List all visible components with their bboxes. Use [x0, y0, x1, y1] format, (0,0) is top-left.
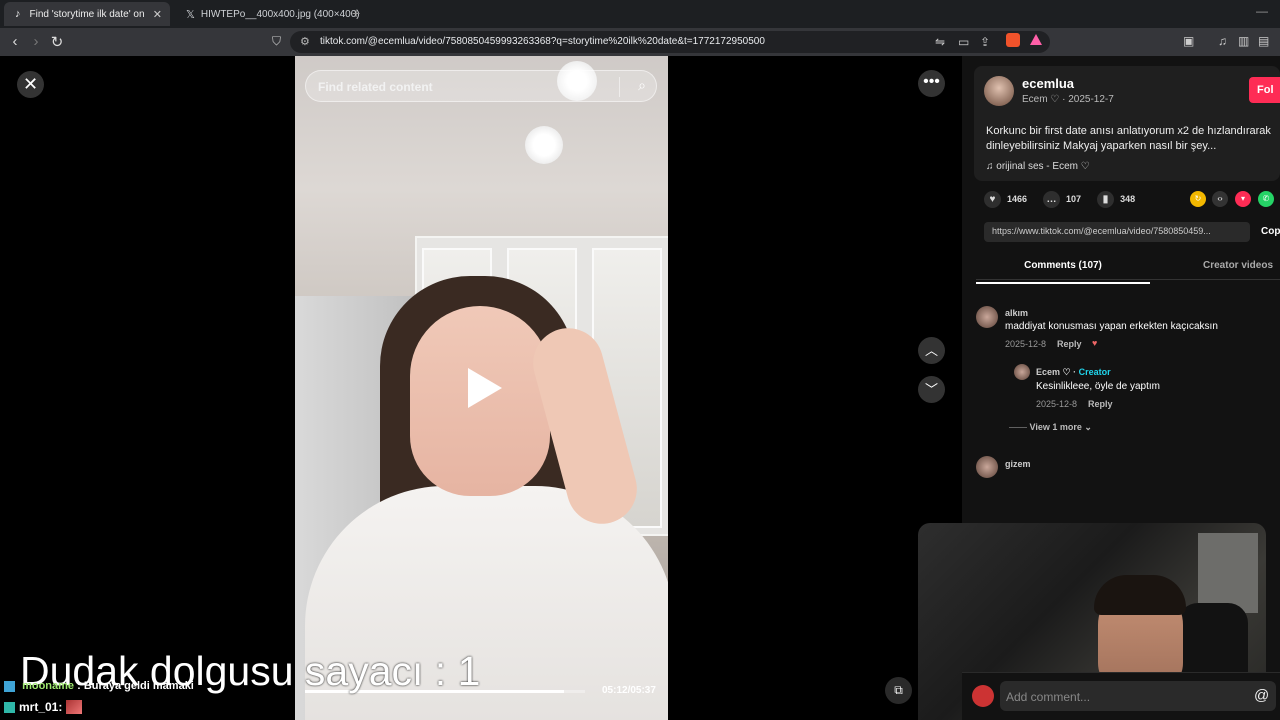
- tiktok-video-page: ✕ Find related content ⌕ 05:12/05:37 •••…: [0, 56, 1280, 720]
- save-button[interactable]: ▮ 348: [1097, 190, 1136, 208]
- comment-composer: Add comment... @: [962, 672, 1280, 720]
- tab-creator-videos[interactable]: Creator videos: [1203, 260, 1273, 271]
- comment-author[interactable]: alkım: [1005, 308, 1028, 318]
- whatsapp-icon[interactable]: ✆: [1258, 191, 1274, 207]
- save-count: 348: [1120, 194, 1136, 204]
- view-more-replies-button[interactable]: —— View 1 more ⌄: [1009, 422, 1092, 433]
- avatar: [972, 685, 994, 707]
- tab-comments[interactable]: Comments (107): [976, 260, 1150, 284]
- site-settings-icon[interactable]: ⚙: [300, 35, 310, 48]
- comment-count: 107: [1066, 194, 1082, 204]
- chat-user: mooname: [22, 680, 75, 692]
- brave-shield-icon[interactable]: [1006, 33, 1020, 47]
- tab-title: Find 'storytime ilk date' on TikTo: [29, 8, 145, 20]
- username[interactable]: ecemlua: [1022, 76, 1074, 91]
- heart-icon: ♥: [984, 190, 1001, 208]
- reload-button[interactable]: ↻: [48, 33, 66, 51]
- chat-text: : Buraya geldi mamaki: [77, 680, 194, 692]
- creator-badge: Creator: [1078, 367, 1111, 377]
- repost-icon[interactable]: ↻: [1190, 191, 1206, 207]
- x-logo-icon: 𝕏: [186, 8, 195, 21]
- video-link-field[interactable]: https://www.tiktok.com/@ecemlua/video/75…: [984, 222, 1250, 242]
- chat-message: mrt_01 :: [4, 700, 83, 714]
- comment-icon: …: [1043, 190, 1061, 208]
- like-button[interactable]: ♥ 1466: [984, 190, 1028, 208]
- play-icon[interactable]: [468, 368, 502, 408]
- search-placeholder: Find related content: [318, 80, 433, 94]
- user-subtitle: Ecem ♡ · 2025-12-7: [1022, 94, 1114, 105]
- copy-link-button[interactable]: Cop: [1261, 226, 1280, 237]
- mention-icon[interactable]: @: [1254, 687, 1269, 704]
- chat-badge-icon: [4, 680, 15, 692]
- avatar[interactable]: [1014, 364, 1030, 380]
- engagement-stats: ♥ 1466 … 107 ▮ 348: [984, 190, 1151, 208]
- bookmark-icon[interactable]: ⛉: [272, 34, 281, 49]
- post-description: Korkunc bir first date anısı anlatıyorum…: [986, 125, 1271, 152]
- follow-button[interactable]: Fol: [1249, 77, 1280, 103]
- screenshot-icon[interactable]: ▣: [1183, 34, 1194, 48]
- video-frame-lamp: [525, 126, 563, 164]
- url-text: tiktok.com/@ecemlua/video/75808504599932…: [320, 36, 765, 47]
- bookmark-icon: ▮: [1097, 190, 1115, 208]
- comment-text: Kesinlikleee, öyle de yaptım: [1036, 381, 1160, 392]
- send-icon[interactable]: ▾: [1235, 191, 1251, 207]
- new-tab-button[interactable]: +: [352, 5, 360, 21]
- reply-button[interactable]: Reply: [1088, 399, 1113, 409]
- comment-date: 2025-12-8: [1036, 399, 1078, 409]
- avatar[interactable]: [976, 306, 998, 328]
- chat-text: :: [58, 700, 63, 714]
- comment-date: 2025-12-8: [1005, 339, 1047, 349]
- tiktok-icon: ♪: [15, 8, 21, 20]
- comment-button[interactable]: … 107: [1043, 190, 1082, 208]
- search-icon[interactable]: ⌕: [638, 77, 646, 94]
- comment-placeholder: Add comment...: [1006, 690, 1091, 704]
- post-info-card: ecemlua Ecem ♡ · 2025-12-7 Fol Korkunc b…: [974, 66, 1280, 181]
- music-link[interactable]: ♫ orijinal ses - Ecem ♡: [986, 161, 1090, 172]
- previous-video-button[interactable]: ︿: [918, 337, 945, 364]
- music-note-icon: ♫: [986, 161, 997, 172]
- video-link-text: https://www.tiktok.com/@ecemlua/video/75…: [992, 226, 1211, 236]
- tab-tiktok-search[interactable]: ♪ Find 'storytime ilk date' on TikTo ✕: [4, 2, 170, 26]
- translate-icon[interactable]: ⇋: [935, 35, 945, 49]
- chat-badge-icon: [4, 701, 15, 713]
- media-icon[interactable]: ♫: [1218, 34, 1227, 48]
- comment-input[interactable]: Add comment... @: [1000, 681, 1276, 711]
- install-app-icon[interactable]: ▭: [958, 35, 969, 49]
- sidebar-icon[interactable]: ▥: [1238, 34, 1249, 48]
- comment-text: maddiyat konusması yapan erkekten kaçıca…: [1005, 321, 1218, 332]
- tab-image[interactable]: 𝕏 HIWTEPo__400x400.jpg (400×400): [178, 2, 360, 26]
- minimize-window-button[interactable]: —: [1256, 4, 1268, 18]
- tab-strip: ♪ Find 'storytime ilk date' on TikTo ✕ 𝕏…: [0, 0, 1280, 28]
- more-options-button[interactable]: •••: [918, 70, 945, 97]
- back-button[interactable]: ‹: [6, 33, 24, 50]
- music-title: orijinal ses - Ecem ♡: [996, 161, 1090, 172]
- chat-message: mooname : Buraya geldi mamaki: [4, 680, 194, 692]
- address-bar[interactable]: ⚙ tiktok.com/@ecemlua/video/758085045999…: [290, 31, 1050, 53]
- panel-tabs: Comments (107) Creator videos: [976, 256, 1280, 284]
- brave-rewards-icon[interactable]: [1030, 34, 1042, 45]
- video-player[interactable]: Find related content ⌕ 05:12/05:37: [295, 56, 668, 720]
- comment-author[interactable]: Ecem ♡ · Creator: [1036, 367, 1111, 378]
- picture-in-picture-button[interactable]: ⧉: [885, 677, 912, 704]
- avatar[interactable]: [976, 456, 998, 478]
- avatar[interactable]: [984, 76, 1014, 106]
- creator-liked-icon: ♥: [1092, 338, 1098, 348]
- emote-icon: [66, 700, 83, 714]
- close-video-button[interactable]: ✕: [17, 71, 44, 98]
- reply-button[interactable]: Reply: [1057, 339, 1082, 349]
- forward-button[interactable]: ›: [27, 33, 45, 50]
- tab-title: HIWTEPo__400x400.jpg (400×400): [200, 8, 360, 20]
- browser-toolbar: ‹ › ↻ ⛉ ⚙ tiktok.com/@ecemlua/video/7580…: [0, 28, 1280, 56]
- chat-user: mrt_01: [19, 700, 59, 714]
- like-count: 1466: [1007, 194, 1028, 204]
- find-related-search[interactable]: Find related content ⌕: [305, 70, 657, 102]
- wallet-icon[interactable]: ▤: [1258, 34, 1269, 48]
- comment-author[interactable]: gizem: [1005, 459, 1031, 469]
- embed-icon[interactable]: ‹›: [1212, 191, 1228, 207]
- video-time: 05:12/05:37: [602, 685, 656, 696]
- close-tab-icon[interactable]: ✕: [153, 8, 162, 21]
- next-video-button[interactable]: ﹀: [918, 376, 945, 403]
- share-icon[interactable]: ⇪: [980, 35, 990, 49]
